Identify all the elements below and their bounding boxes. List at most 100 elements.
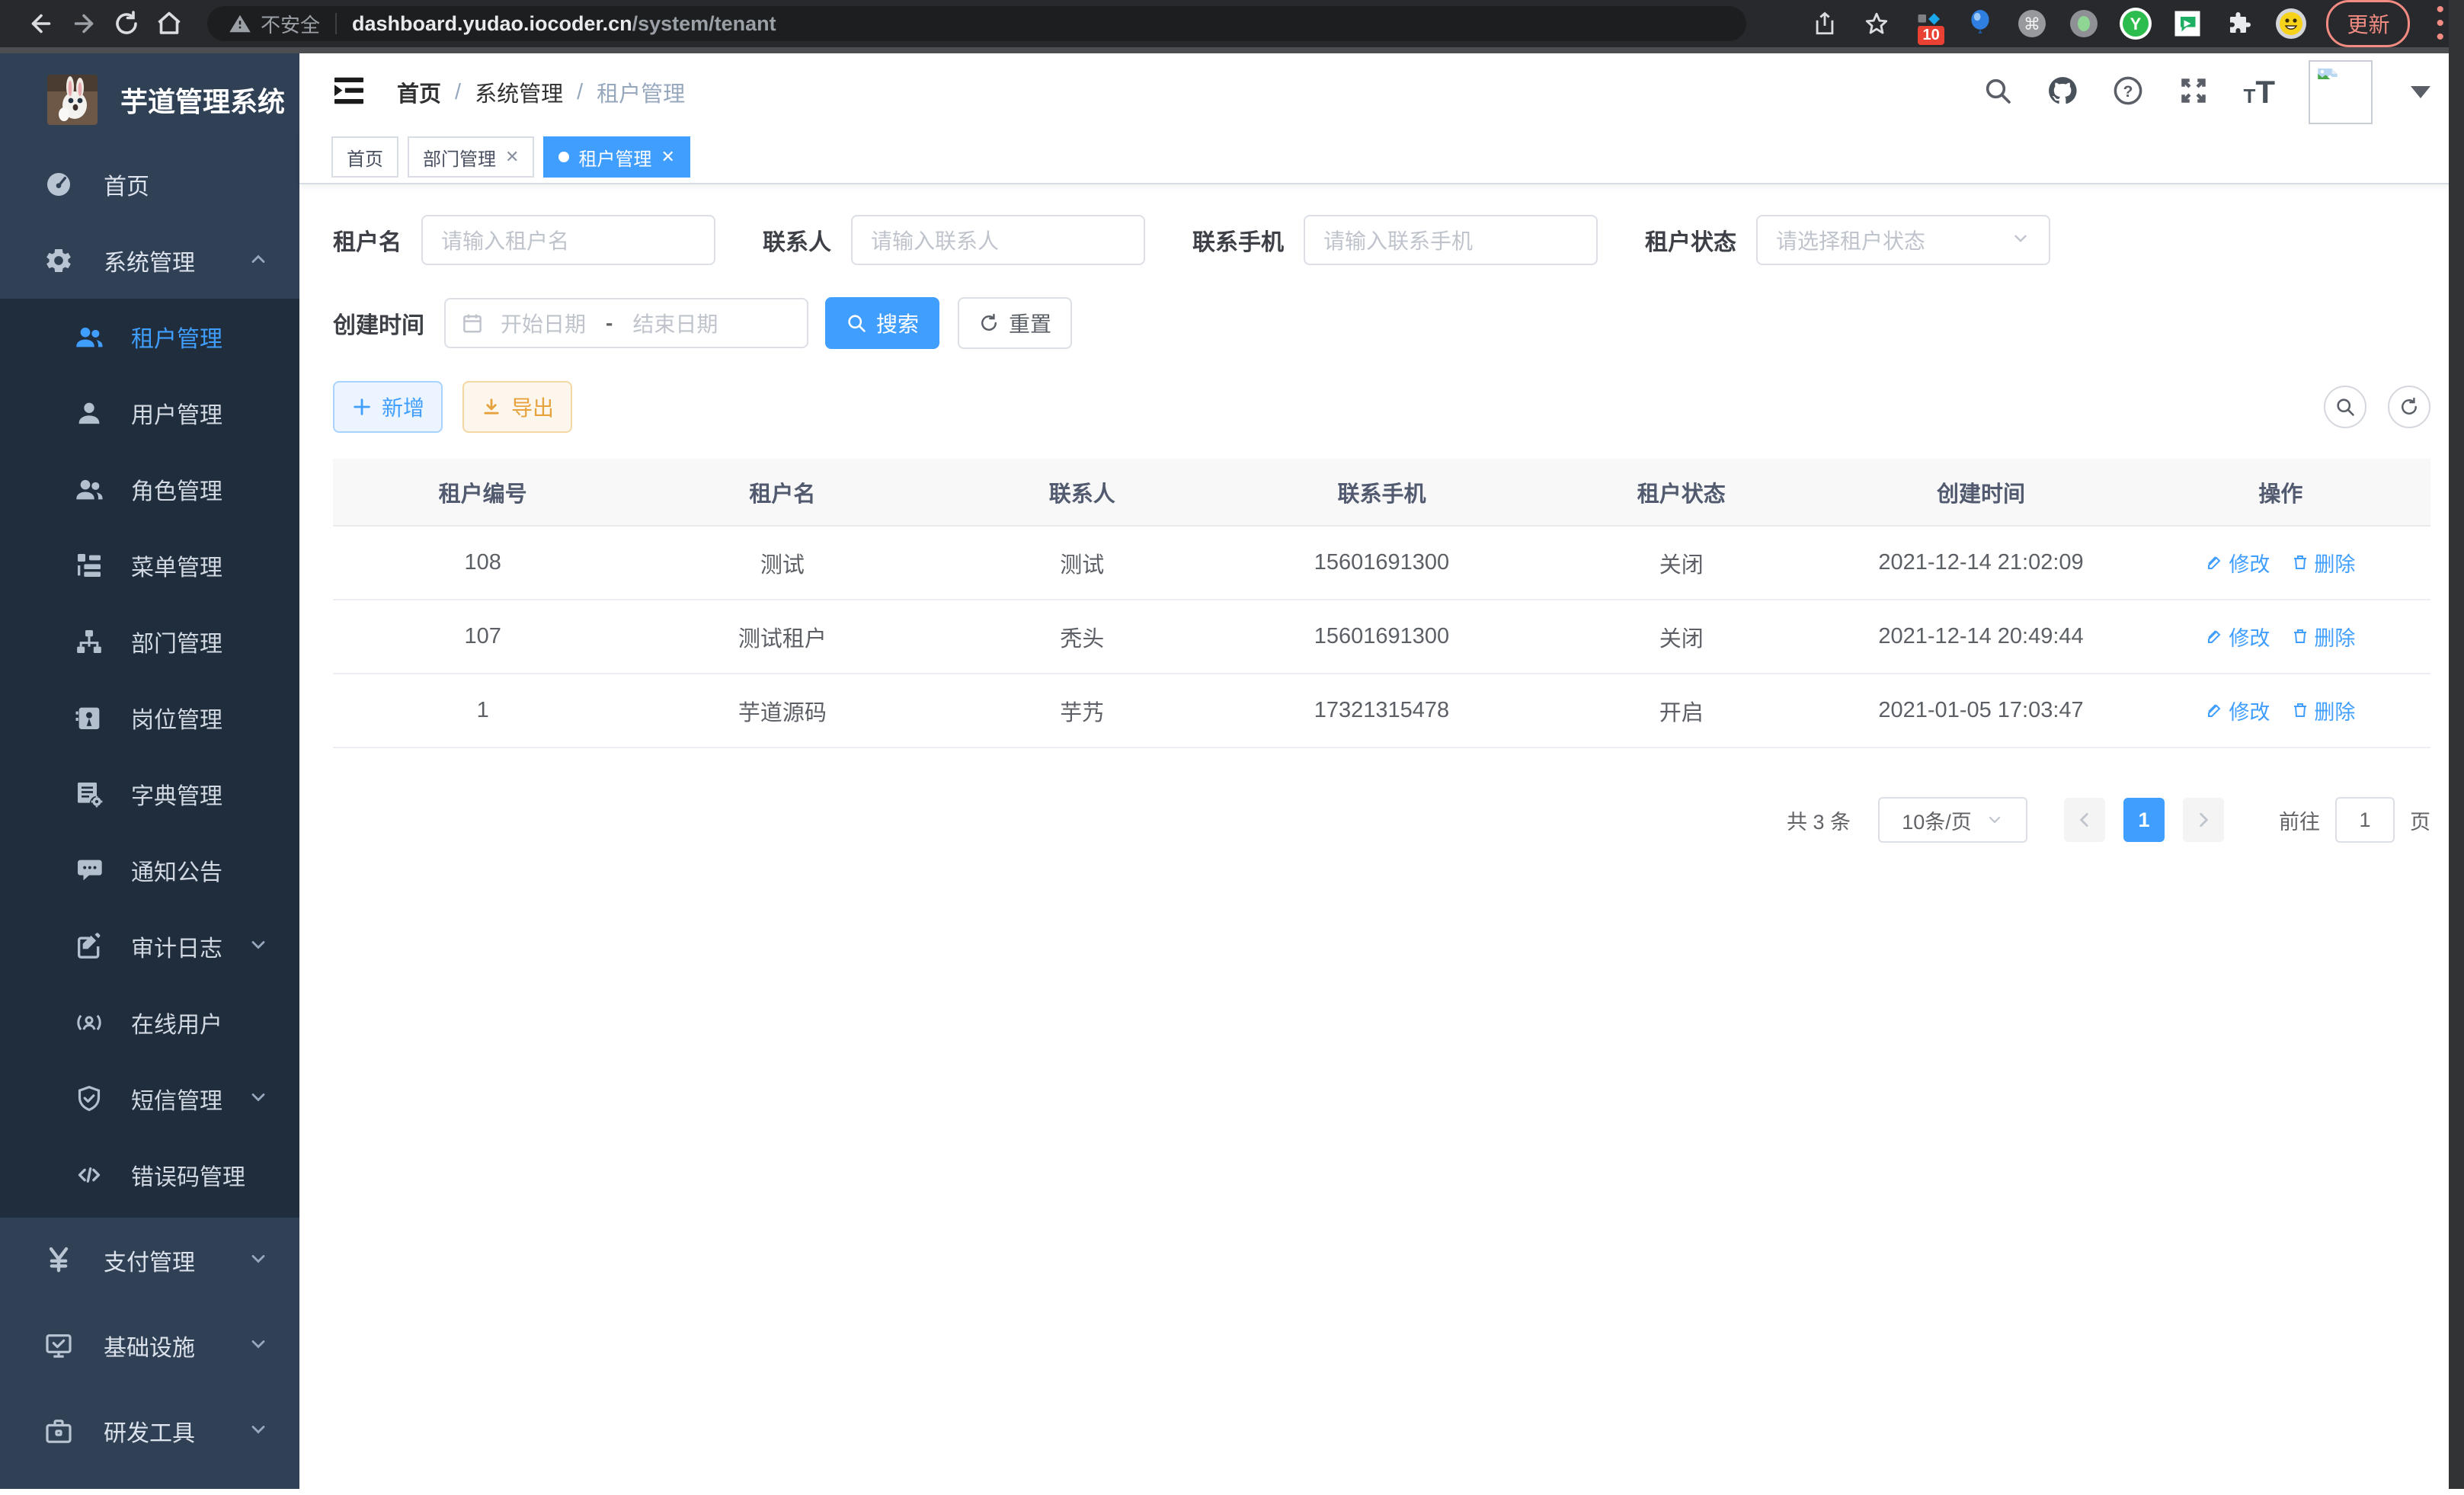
edit-icon: [2206, 701, 2224, 719]
sidebar-item-dept[interactable]: 部门管理: [0, 603, 299, 680]
bookmark-star-icon[interactable]: [1860, 7, 1893, 40]
tab-home[interactable]: 首页: [331, 136, 398, 178]
extension-command-icon[interactable]: ⌘: [2015, 7, 2049, 40]
edit-link[interactable]: 修改: [2206, 696, 2270, 725]
sidebar-item-dict[interactable]: 字典管理: [0, 756, 299, 832]
edit-link[interactable]: 修改: [2206, 622, 2270, 651]
sidebar-toggle-icon[interactable]: [333, 76, 365, 109]
status-label: 租户状态: [1645, 223, 1736, 257]
cell-contact: 测试: [933, 526, 1232, 600]
sidebar-item-menu[interactable]: 菜单管理: [0, 527, 299, 603]
next-page-button[interactable]: [2183, 798, 2224, 842]
prev-page-button[interactable]: [2064, 798, 2105, 842]
pagination: 共 3 条 10条/页 1 前往 1 页: [333, 797, 2430, 843]
extension-chat-icon[interactable]: [2171, 7, 2204, 40]
sidebar-item-label: 系统管理: [104, 244, 195, 277]
extension-y-icon[interactable]: Y: [2119, 7, 2152, 40]
share-icon[interactable]: [1808, 7, 1842, 40]
address-bar[interactable]: 不安全 dashboard.yudao.iocoder.cn/system/te…: [207, 6, 1746, 41]
audit-log-icon: [73, 931, 105, 962]
sidebar-item-tenant[interactable]: 租户管理: [0, 299, 299, 375]
tenant-page-content: 租户名 请输入租户名 联系人 请输入联系人 联系手机 请输入联系手机 租户状态 …: [299, 184, 2464, 1489]
cell-mobile: 15601691300: [1232, 526, 1531, 600]
font-size-icon[interactable]: TT: [2243, 74, 2275, 110]
breadcrumb-home[interactable]: 首页: [397, 76, 441, 108]
browser-back-button[interactable]: [20, 2, 62, 45]
reset-button[interactable]: 重置: [958, 297, 1072, 349]
page-unit-label: 页: [2410, 805, 2430, 835]
cell-mobile: 17321315478: [1232, 674, 1531, 748]
sidebar-item-post[interactable]: 岗位管理: [0, 680, 299, 756]
cell-status: 关闭: [1531, 600, 1831, 674]
user-icon: [73, 398, 105, 428]
goto-page-input[interactable]: 1: [2335, 797, 2395, 843]
create-time-range-picker[interactable]: 开始日期 - 结束日期: [444, 298, 808, 348]
extension-balloon-icon[interactable]: [1963, 7, 1997, 40]
extensions-puzzle-icon[interactable]: [2222, 7, 2256, 40]
breadcrumb-system[interactable]: 系统管理: [475, 76, 563, 108]
app-logo-row[interactable]: 芋道管理系统: [0, 53, 299, 146]
sidebar-item-pay[interactable]: 支付管理: [0, 1218, 299, 1303]
header-search-icon[interactable]: [1982, 75, 2013, 110]
svg-text:⌘: ⌘: [2024, 15, 2040, 34]
contact-input[interactable]: 请输入联系人: [851, 215, 1145, 265]
url-path: /system/tenant: [632, 12, 776, 36]
avatar-dropdown-caret-icon[interactable]: [2411, 86, 2430, 98]
chevron-down-icon: [2011, 229, 2030, 252]
sidebar-item-user[interactable]: 用户管理: [0, 375, 299, 451]
status-select[interactable]: 请选择租户状态: [1756, 215, 2050, 265]
delete-link[interactable]: 删除: [2291, 548, 2355, 578]
page-number-current[interactable]: 1: [2123, 798, 2165, 842]
sidebar-item-system[interactable]: 系统管理: [0, 222, 299, 299]
browser-home-button[interactable]: [148, 2, 190, 45]
sidebar-item-notice[interactable]: 通知公告: [0, 832, 299, 908]
trash-icon: [2291, 701, 2309, 719]
refresh-table-button[interactable]: [2388, 386, 2430, 428]
window-scrollbar[interactable]: [2449, 0, 2464, 1489]
delete-link[interactable]: 删除: [2291, 622, 2355, 651]
page-size-select[interactable]: 10条/页: [1878, 797, 2027, 843]
close-icon[interactable]: ✕: [505, 147, 519, 167]
help-icon[interactable]: ?: [2112, 75, 2144, 110]
error-code-icon: [73, 1160, 105, 1190]
sidebar-item-label: 字典管理: [131, 777, 222, 811]
sidebar-item-audit-log[interactable]: 审计日志: [0, 908, 299, 984]
toggle-search-button[interactable]: [2324, 386, 2366, 428]
extension-tasks-icon[interactable]: 10: [1912, 7, 1945, 40]
close-icon[interactable]: ✕: [661, 147, 674, 167]
edit-link[interactable]: 修改: [2206, 548, 2270, 578]
chrome-menu-icon[interactable]: •••: [2436, 3, 2444, 44]
sidebar-item-sms[interactable]: 短信管理: [0, 1061, 299, 1137]
gear-icon: [43, 245, 75, 276]
sidebar-item-online-user[interactable]: 在线用户: [0, 984, 299, 1061]
sidebar-item-dev-tools[interactable]: 研发工具: [0, 1388, 299, 1474]
chrome-update-button[interactable]: 更新: [2326, 0, 2410, 47]
user-avatar-broken-image[interactable]: [2309, 60, 2373, 124]
cell-tenant-name: 测试: [632, 526, 932, 600]
browser-reload-button[interactable]: [105, 2, 148, 45]
sidebar-item-error-code[interactable]: 错误码管理: [0, 1137, 299, 1213]
profile-emoji-icon[interactable]: [2274, 7, 2308, 40]
extension-record-icon[interactable]: [2067, 7, 2101, 40]
sidebar-item-label: 基础设施: [104, 1329, 195, 1362]
cell-status: 开启: [1531, 674, 1831, 748]
sidebar-item-role[interactable]: 角色管理: [0, 451, 299, 527]
tab-tenant[interactable]: 租户管理 ✕: [543, 136, 690, 178]
browser-forward-button[interactable]: [62, 2, 105, 45]
github-icon[interactable]: [2046, 75, 2078, 110]
sidebar-item-home[interactable]: 首页: [0, 146, 299, 222]
dict-book-icon: [73, 779, 105, 809]
mobile-input[interactable]: 请输入联系手机: [1304, 215, 1598, 265]
search-button[interactable]: 搜索: [825, 297, 939, 349]
tenant-name-input[interactable]: 请输入租户名: [421, 215, 715, 265]
cell-contact: 芋艿: [933, 674, 1232, 748]
export-button[interactable]: 导出: [462, 381, 572, 433]
fullscreen-icon[interactable]: [2178, 75, 2210, 110]
delete-link[interactable]: 删除: [2291, 696, 2355, 725]
add-button[interactable]: 新增: [333, 381, 443, 433]
sidebar-item-infra[interactable]: 基础设施: [0, 1303, 299, 1388]
tab-dept[interactable]: 部门管理 ✕: [408, 136, 534, 178]
security-label[interactable]: 不安全: [261, 10, 320, 38]
contact-label: 联系人: [763, 223, 831, 257]
cell-tenant-name: 测试租户: [632, 600, 932, 674]
